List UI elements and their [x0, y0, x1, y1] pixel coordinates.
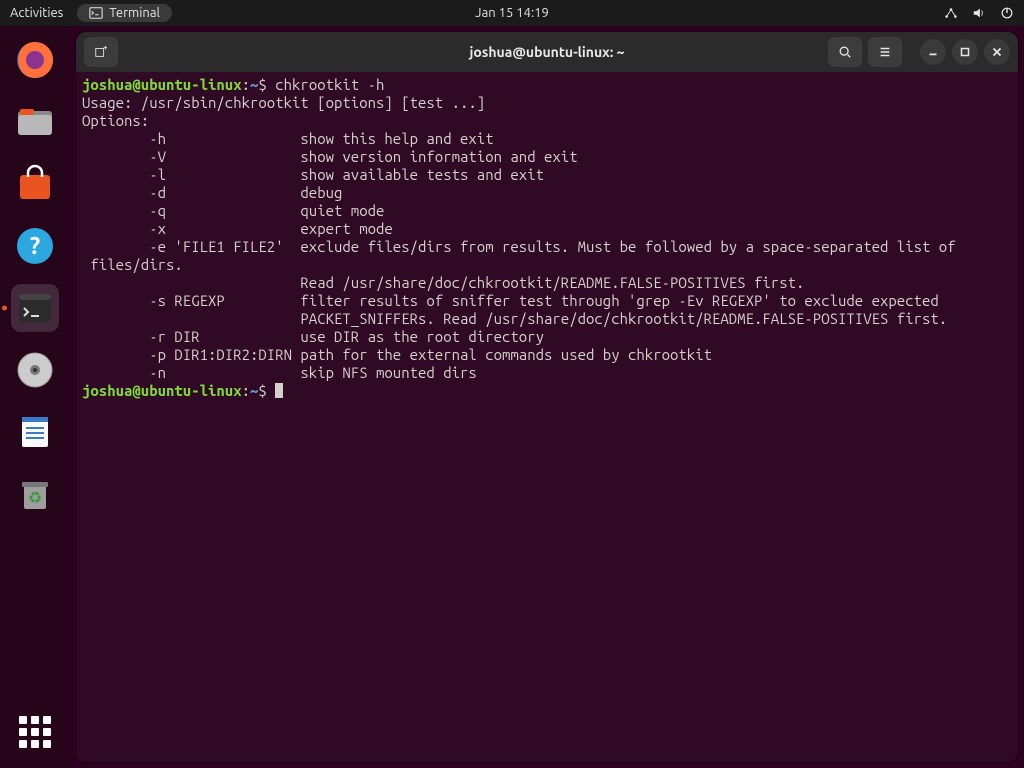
current-app-label: Terminal — [109, 6, 160, 20]
firefox-icon — [15, 40, 55, 80]
minimize-icon — [926, 45, 940, 59]
show-applications-button[interactable] — [19, 716, 51, 748]
maximize-icon — [958, 45, 972, 59]
dock: ? ♻ — [0, 26, 70, 768]
dock-app-terminal[interactable] — [11, 284, 59, 332]
search-button[interactable] — [828, 37, 862, 67]
gnome-topbar: Activities Terminal Jan 15 14:19 — [0, 0, 1024, 26]
volume-icon[interactable] — [972, 6, 986, 20]
terminal-window: joshua@ubuntu-linux: ~ joshua@ubuntu-lin… — [76, 32, 1018, 762]
dock-app-help[interactable]: ? — [11, 222, 59, 270]
search-icon — [838, 45, 852, 59]
hamburger-icon — [878, 45, 892, 59]
dock-app-files[interactable] — [11, 98, 59, 146]
network-icon[interactable] — [944, 6, 958, 20]
minimize-button[interactable] — [920, 39, 946, 65]
help-icon: ? — [14, 225, 56, 267]
close-button[interactable] — [984, 39, 1010, 65]
dock-app-trash[interactable]: ♻ — [11, 470, 59, 518]
files-icon — [14, 101, 56, 143]
trash-icon: ♻ — [14, 473, 56, 515]
notepad-icon — [14, 411, 56, 453]
cursor — [275, 383, 283, 398]
terminal-body[interactable]: joshua@ubuntu-linux:~$ chkrootkit -h Usa… — [76, 72, 1018, 762]
power-icon[interactable] — [1000, 6, 1014, 20]
shopping-bag-icon — [14, 163, 56, 205]
menu-button[interactable] — [868, 37, 902, 67]
maximize-button[interactable] — [952, 39, 978, 65]
close-icon — [990, 45, 1004, 59]
window-title: joshua@ubuntu-linux: ~ — [469, 44, 624, 60]
disc-icon — [14, 349, 56, 391]
activities-button[interactable]: Activities — [10, 6, 63, 20]
new-tab-icon — [94, 45, 108, 59]
dock-app-text-editor[interactable] — [11, 408, 59, 456]
svg-text:♻: ♻ — [28, 489, 42, 507]
clock[interactable]: Jan 15 14:19 — [475, 6, 549, 20]
new-tab-button[interactable] — [84, 37, 118, 67]
dock-app-firefox[interactable] — [11, 36, 59, 84]
dock-app-software[interactable] — [11, 160, 59, 208]
current-app-pill[interactable]: Terminal — [77, 4, 172, 22]
titlebar: joshua@ubuntu-linux: ~ — [76, 32, 1018, 72]
svg-text:?: ? — [30, 232, 41, 259]
dock-app-disc[interactable] — [11, 346, 59, 394]
terminal-app-icon — [15, 288, 55, 328]
terminal-icon — [89, 6, 103, 20]
